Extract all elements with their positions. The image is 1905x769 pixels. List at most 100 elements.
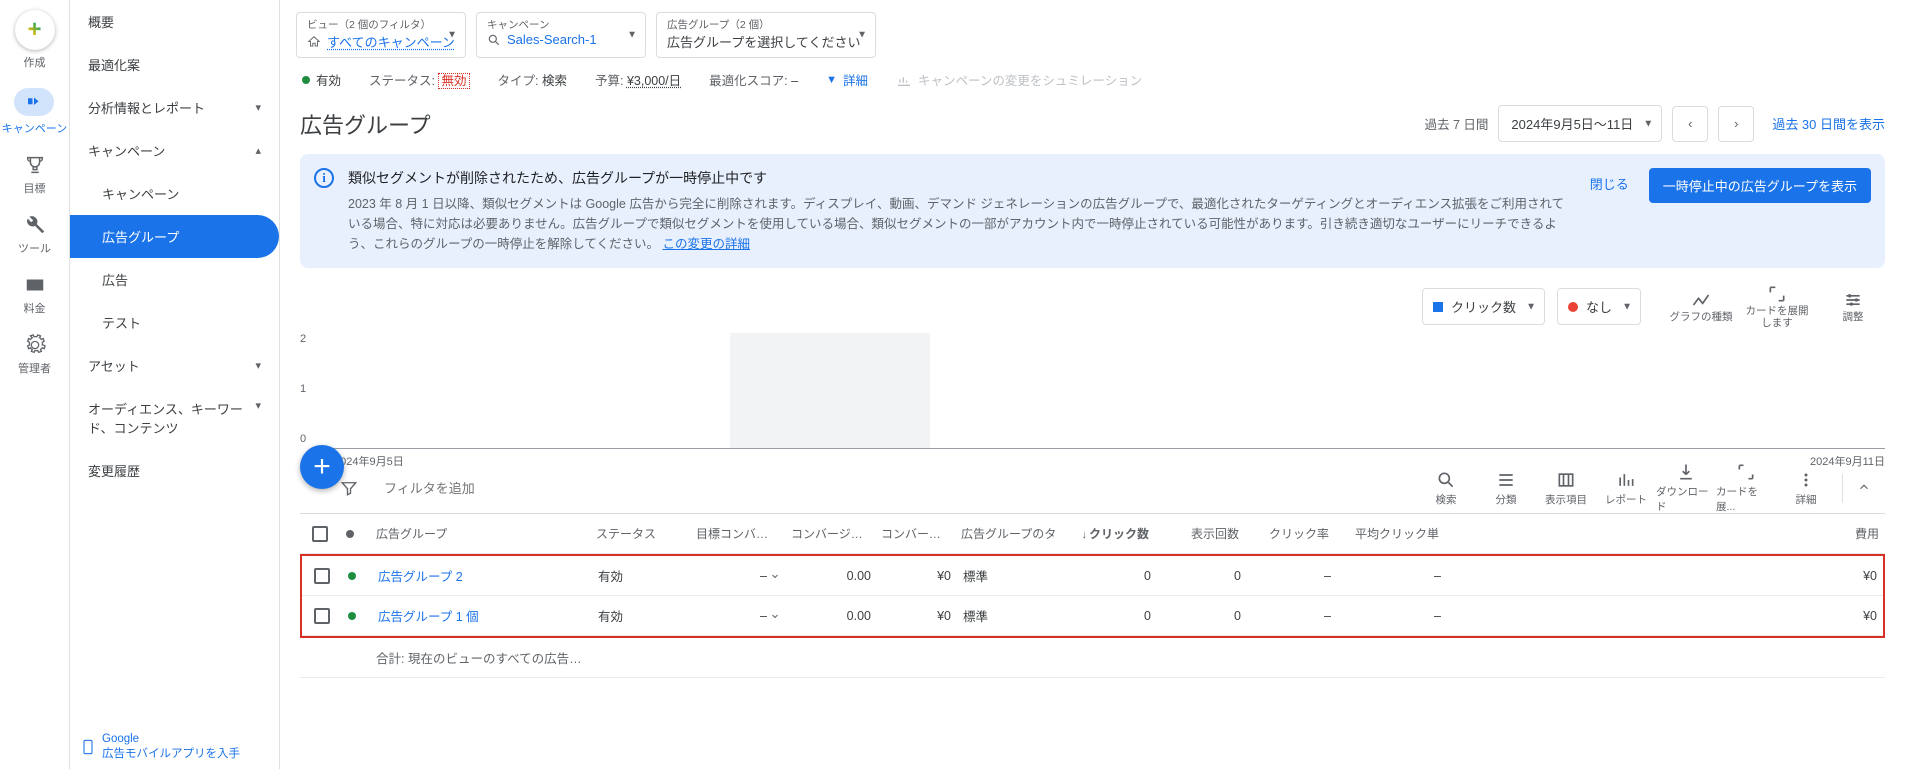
nav-recommendations[interactable]: 最適化案 [70, 43, 279, 86]
campaign-selector[interactable]: キャンペーン Sales-Search-1 ▼ [476, 12, 646, 58]
status-col-icon [346, 530, 354, 538]
table-row: 広告グループ 2 有効 – 0.00 ¥0 標準 0 0 – – ¥0 [302, 556, 1883, 596]
tool-columns[interactable]: 表示項目 [1536, 470, 1596, 507]
last-30-link[interactable]: 過去 30 日間を表示 [1772, 114, 1885, 133]
nav-overview[interactable]: 概要 [70, 0, 279, 43]
sliders-icon [1843, 290, 1863, 310]
line-chart-icon [1691, 290, 1711, 310]
wrench-icon [24, 214, 46, 236]
add-adgroup-fab[interactable]: + [300, 445, 344, 489]
info-banner: i 類似セグメントが削除されたため、広告グループが一時停止中です 2023 年 … [300, 154, 1885, 268]
collapse-panel-button[interactable] [1842, 474, 1885, 503]
details-toggle[interactable]: ▼詳細 [826, 70, 868, 89]
simulate-link: キャンペーンの変更をシュミレーション [896, 70, 1142, 89]
mobile-app-promo[interactable]: Google広告モバイルアプリを入手 [80, 733, 240, 761]
tool-report[interactable]: レポート [1596, 470, 1656, 507]
adjust-button[interactable]: 調整 [1821, 290, 1885, 324]
card-icon [24, 274, 46, 296]
tool-more[interactable]: 詳細 [1776, 470, 1836, 507]
tool-search[interactable]: 検索 [1416, 470, 1476, 507]
filter-row: 検索 分類 表示項目 レポート ダウンロード カードを展... 詳細 [280, 463, 1905, 513]
metric2-dropdown[interactable]: なし▼ [1557, 288, 1641, 325]
col-type[interactable]: 広告グループのタ [955, 519, 1065, 548]
date-prev-button[interactable]: ‹ [1672, 106, 1708, 142]
nav-adgroups[interactable]: 広告グループ [70, 215, 279, 258]
col-impr[interactable]: 表示回数 [1155, 519, 1245, 548]
report-icon [1616, 470, 1636, 490]
tool-segment[interactable]: 分類 [1476, 470, 1536, 507]
adgroup-selector[interactable]: 広告グループ（2 個） 広告グループを選択してください ▼ [656, 12, 876, 58]
date-preset: 過去 7 日間 [1425, 114, 1489, 133]
chevron-up-icon [1857, 480, 1871, 494]
adgroup-link[interactable]: 広告グループ 1 個 [372, 600, 592, 631]
nav-ads[interactable]: 広告 [70, 258, 279, 301]
caret-icon: ▼ [857, 30, 867, 41]
chart: 2 1 0 2024年9月5日 2024年9月11日 [300, 333, 1885, 463]
select-all-checkbox[interactable] [312, 526, 328, 542]
megaphone-icon [14, 88, 54, 116]
adgroup-link[interactable]: 広告グループ 2 [372, 560, 592, 591]
nav-campaigns[interactable]: キャンペーン▴ [70, 129, 279, 172]
tool-download[interactable]: ダウンロード [1656, 462, 1716, 514]
filter-input[interactable] [382, 480, 722, 497]
nav-audiences[interactable]: オーディエンス、キーワード、コンテンツ▾ [70, 387, 279, 449]
plus-icon: + [15, 10, 55, 50]
nav-insights[interactable]: 分析情報とレポート▾ [70, 86, 279, 129]
rail-billing[interactable]: 料金 [24, 274, 46, 316]
nav-assets[interactable]: アセット▾ [70, 344, 279, 387]
view-selector[interactable]: ビュー（2 個のフィルタ） すべてのキャンペーン ▼ [296, 12, 466, 58]
row-checkbox[interactable] [314, 568, 330, 584]
banner-close-button[interactable]: 閉じる [1586, 168, 1633, 199]
page-header: 広告グループ 過去 7 日間 2024年9月5日～11日▼ ‹ › 過去 30 … [280, 101, 1905, 154]
gear-icon [24, 334, 46, 356]
nav-history[interactable]: 変更履歴 [70, 449, 279, 492]
caret-icon: ▼ [1622, 301, 1632, 312]
tool-expand[interactable]: カードを展... [1716, 462, 1776, 514]
expand-icon [1736, 462, 1756, 482]
banner-cta-button[interactable]: 一時停止中の広告グループを表示 [1649, 168, 1871, 203]
total-row: 合計: 現在のビューのすべての広告グル… [300, 638, 1885, 678]
chart-type-button[interactable]: グラフの種類 [1669, 290, 1733, 324]
banner-body: 2023 年 8 月 1 日以降、類似セグメントは Google 広告から完全に… [348, 194, 1566, 254]
segment-icon [1496, 470, 1516, 490]
col-adgroup[interactable]: 広告グループ [370, 519, 590, 548]
search-icon [1436, 470, 1456, 490]
date-picker[interactable]: 2024年9月5日～11日▼ [1498, 105, 1662, 142]
nav-campaigns-sub[interactable]: キャンペーン [70, 172, 279, 215]
download-icon [1676, 462, 1696, 482]
more-icon [1796, 470, 1816, 490]
highlighted-rows: 広告グループ 2 有効 – 0.00 ¥0 標準 0 0 – – ¥0 広告グル… [300, 554, 1885, 638]
col-conv[interactable]: コンバージョン [785, 519, 875, 548]
banner-learn-more[interactable]: この変更の詳細 [663, 237, 751, 251]
budget-cell[interactable]: 予算: ¥3,000/日 [595, 70, 681, 89]
chevron-down-icon: ▾ [255, 359, 261, 372]
primary-rail: + 作成 キャンペーン 目標 ツール 料金 管理者 [0, 0, 70, 769]
info-icon: i [314, 168, 334, 188]
chevron-down-icon: ▾ [255, 101, 261, 114]
columns-icon [1556, 470, 1576, 490]
row-checkbox[interactable] [314, 608, 330, 624]
chart-icon [896, 72, 912, 88]
rail-tools[interactable]: ツール [18, 214, 51, 256]
caret-icon[interactable] [769, 610, 781, 622]
col-ctr[interactable]: クリック率 [1245, 519, 1335, 548]
expand-card-button[interactable]: カードを展開します [1745, 284, 1809, 329]
expand-icon [1767, 284, 1787, 304]
col-clicks[interactable]: ↓クリック数 [1065, 519, 1155, 548]
date-next-button[interactable]: › [1718, 106, 1754, 142]
caret-icon[interactable] [769, 570, 781, 582]
rail-admin[interactable]: 管理者 [18, 334, 51, 376]
rail-create[interactable]: + 作成 [15, 10, 55, 70]
col-conv2[interactable]: コンバージョン [875, 519, 955, 548]
nav-tests[interactable]: テスト [70, 301, 279, 344]
rail-goals[interactable]: 目標 [24, 154, 46, 196]
filter-icon [340, 479, 358, 497]
col-cost[interactable]: 費用 [1445, 519, 1885, 548]
status-dot-icon [302, 76, 310, 84]
rail-campaign[interactable]: キャンペーン [2, 88, 67, 136]
metric1-dropdown[interactable]: クリック数▼ [1422, 288, 1545, 325]
status-value[interactable]: 無効 [438, 73, 469, 89]
col-cpc[interactable]: 平均クリック単 [1335, 519, 1445, 548]
col-goal[interactable]: 目標コンバージョン [690, 519, 785, 548]
col-status[interactable]: ステータス [590, 519, 690, 548]
